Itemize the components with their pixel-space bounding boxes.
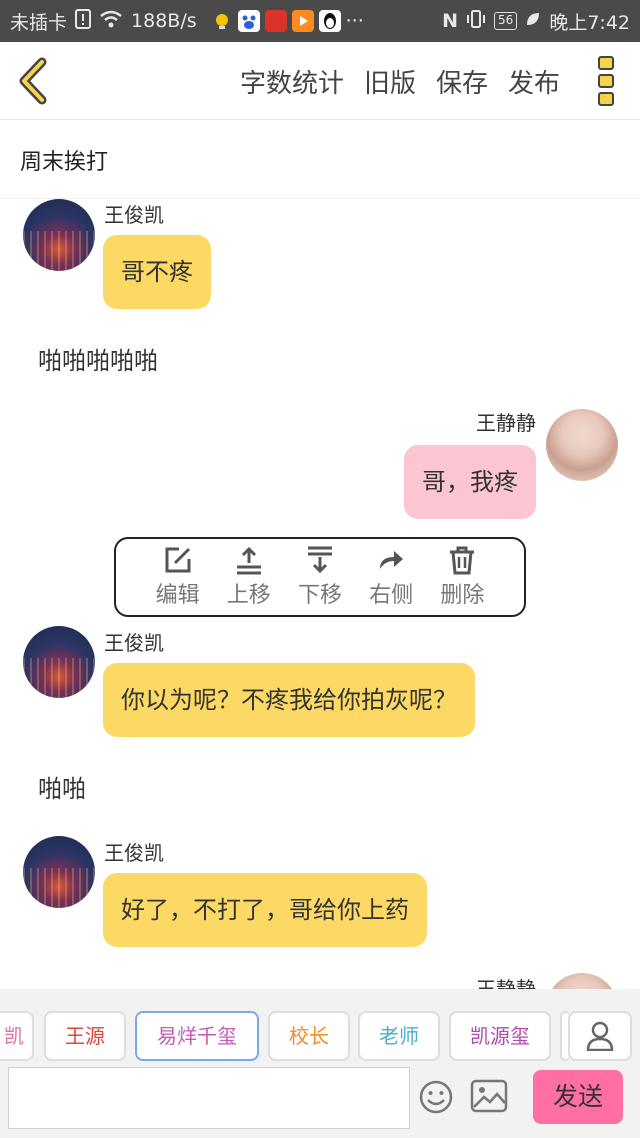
move-down-button[interactable]: 下移 <box>290 539 350 615</box>
right-side-label: 右侧 <box>369 583 414 608</box>
leaf-icon <box>525 10 541 32</box>
edit-icon <box>165 547 191 573</box>
character-tag-active[interactable]: 易烊千玺 <box>135 1011 259 1061</box>
character-tag[interactable]: 凯源玺 <box>449 1011 551 1061</box>
character-tag-bar: 凯 王源 易烊千玺 校长 老师 凯源玺 <box>0 989 640 1063</box>
person-icon <box>586 1021 614 1051</box>
sim-alert-icon <box>75 8 92 34</box>
wifi-icon <box>99 10 123 33</box>
avatar[interactable] <box>23 836 95 908</box>
speaker-name: 王俊凯 <box>104 841 164 865</box>
character-tag[interactable]: 老师 <box>358 1011 440 1061</box>
more-dot <box>598 92 614 106</box>
avatar[interactable] <box>546 409 618 481</box>
message-bubble[interactable]: 哥，我疼 <box>404 445 536 519</box>
overflow-dots: ··· <box>345 10 364 32</box>
move-down-icon <box>307 546 332 574</box>
more-dot <box>598 56 614 70</box>
image-icon <box>470 1079 508 1113</box>
avatar[interactable] <box>546 973 618 989</box>
message-bubble[interactable]: 哥不疼 <box>103 235 211 309</box>
status-bar: 未插卡 188B/s ··· N 56 晚上7:42 <box>0 0 640 42</box>
news-app-icon <box>264 10 287 32</box>
clock: 晚上7:42 <box>549 11 630 34</box>
battery-level: 56 <box>494 12 518 30</box>
composer-bar: 发送 <box>0 1063 640 1138</box>
speaker-name: 王俊凯 <box>104 203 164 227</box>
edit-label: 编辑 <box>155 583 200 608</box>
speaker-name: 王俊凯 <box>104 631 164 655</box>
publish-button[interactable]: 发布 <box>508 63 560 100</box>
redo-arrow-icon <box>380 551 404 569</box>
chevron-left-icon <box>19 57 47 105</box>
edit-button[interactable]: 编辑 <box>148 539 208 615</box>
carrier-label: 未插卡 <box>10 11 68 34</box>
delete-button[interactable]: 删除 <box>432 539 492 615</box>
avatar[interactable] <box>23 199 95 271</box>
qq-app-icon <box>318 10 341 32</box>
story-title[interactable]: 周末挨打 <box>0 121 640 199</box>
message-bubble[interactable]: 好了，不打了，哥给你上药 <box>103 873 427 947</box>
net-speed: 188B/s <box>131 10 197 32</box>
back-button[interactable] <box>14 56 54 106</box>
smiley-icon <box>419 1080 453 1114</box>
message-input[interactable] <box>8 1067 410 1129</box>
character-tag[interactable]: 王源 <box>44 1011 126 1061</box>
speaker-name: 王静静 <box>476 411 536 435</box>
vibrate-icon <box>466 9 486 34</box>
nfc-icon: N <box>442 10 459 32</box>
avatar[interactable] <box>23 626 95 698</box>
bulb-app-icon <box>210 10 233 32</box>
more-dot <box>598 74 614 88</box>
message-context-menu: 编辑 上移 下移 右侧 删除 <box>114 537 526 617</box>
move-down-label: 下移 <box>297 583 342 608</box>
move-up-label: 上移 <box>226 583 271 608</box>
send-button[interactable]: 发送 <box>533 1070 623 1124</box>
image-button[interactable] <box>470 1079 508 1113</box>
character-manage-button[interactable] <box>568 1011 632 1061</box>
story-title-text: 周末挨打 <box>20 149 109 175</box>
emoji-button[interactable] <box>418 1079 454 1115</box>
trash-icon <box>450 546 475 575</box>
character-tag[interactable]: 校长 <box>268 1011 350 1061</box>
word-count-button[interactable]: 字数统计 <box>240 63 344 100</box>
narration-text[interactable]: 啪啪啪啪啪 <box>38 341 158 376</box>
right-side-button[interactable]: 右侧 <box>361 539 421 615</box>
message-bubble[interactable]: 你以为呢？不疼我给你拍灰呢？ <box>103 663 475 737</box>
delete-label: 删除 <box>440 583 485 608</box>
narration-text[interactable]: 啪啪 <box>38 769 86 804</box>
baidu-app-icon <box>237 10 260 32</box>
chat-area[interactable]: 王俊凯 哥不疼 啪啪啪啪啪 王静静 哥，我疼 编辑 上移 下移 右侧 删除 王俊… <box>0 199 640 989</box>
more-menu-icon[interactable] <box>598 56 616 106</box>
save-button[interactable]: 保存 <box>436 63 488 100</box>
speaker-name: 王静静 <box>476 977 536 989</box>
video-app-icon <box>291 10 314 32</box>
character-tag[interactable]: 凯 <box>0 1011 34 1061</box>
header-bar: 字数统计 旧版 保存 发布 <box>0 42 640 120</box>
move-up-button[interactable]: 上移 <box>219 539 279 615</box>
move-up-icon <box>236 546 261 575</box>
old-version-button[interactable]: 旧版 <box>364 63 416 100</box>
